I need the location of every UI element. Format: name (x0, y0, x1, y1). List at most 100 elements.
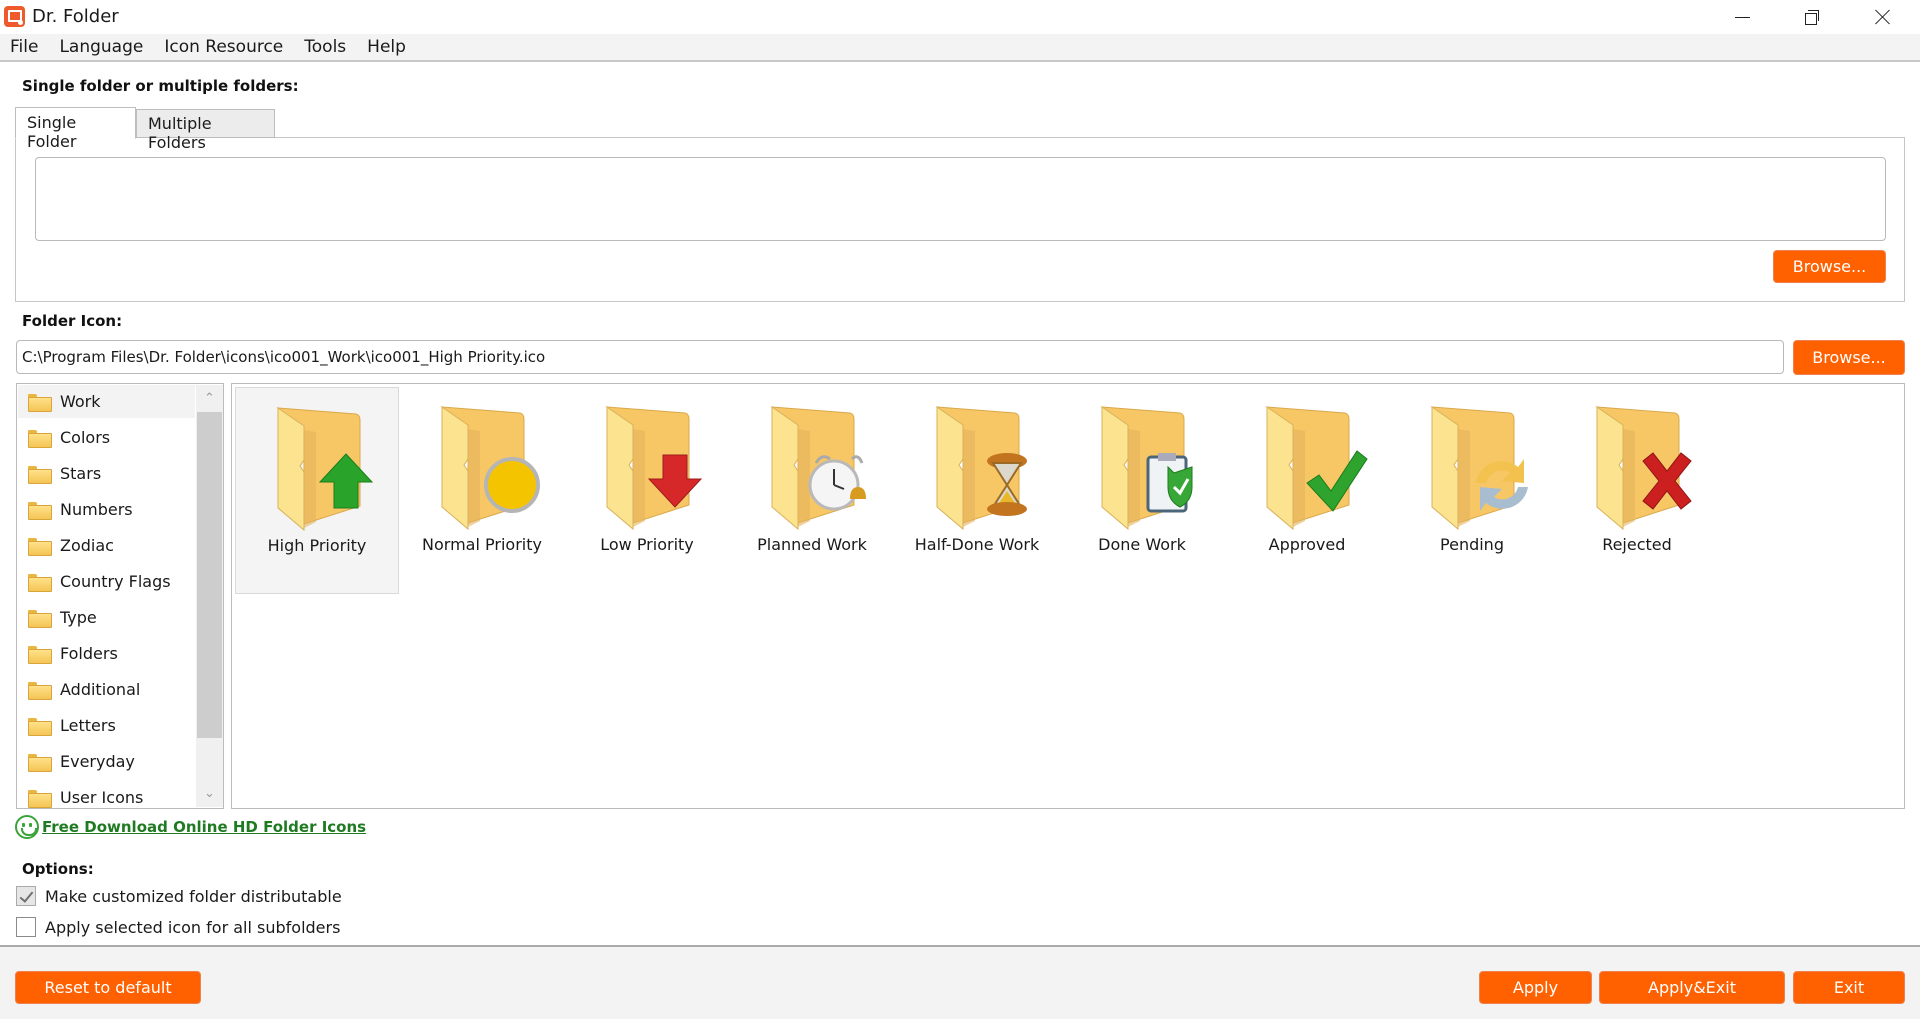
category-item[interactable]: Folders (18, 637, 195, 670)
folder-icon (28, 573, 52, 592)
tab-multiple-folders[interactable]: Multiple Folders (136, 109, 275, 152)
icon-label: Pending (1440, 535, 1504, 554)
close-button[interactable] (1848, 0, 1918, 34)
category-item[interactable]: User Icons (18, 781, 195, 808)
category-item[interactable]: Colors (18, 421, 195, 454)
scroll-down-icon[interactable]: ⌄ (196, 780, 223, 807)
up-arrow-folder-icon (276, 407, 374, 532)
category-label: Stars (60, 464, 102, 483)
tab-single-folder[interactable]: Single Folder (15, 107, 136, 151)
icon-tile[interactable]: Low Priority (565, 387, 729, 594)
down-arrow-folder-icon (605, 406, 703, 531)
category-item[interactable]: Letters (18, 709, 195, 742)
folder-icon-label: Folder Icon: (22, 312, 123, 330)
category-label: Numbers (60, 500, 133, 519)
browse-icon-button[interactable]: Browse... (1793, 340, 1905, 375)
folder-icon (28, 393, 52, 412)
refresh-folder-icon (1430, 406, 1528, 531)
scrollbar-thumb[interactable] (197, 412, 222, 738)
folder-icon (28, 465, 52, 484)
category-label: Zodiac (60, 536, 114, 555)
apply-subfolders-label: Apply selected icon for all subfolders (45, 917, 341, 937)
category-item[interactable]: Work (18, 385, 195, 418)
category-item[interactable]: Additional (18, 673, 195, 706)
icon-label: Low Priority (600, 535, 694, 554)
category-item[interactable]: Type (18, 601, 195, 634)
category-label: Folders (60, 644, 118, 663)
folder-icon (28, 789, 52, 808)
close-icon (1875, 9, 1891, 25)
x-mark-folder-icon (1595, 406, 1692, 531)
title-bar (0, 0, 1920, 34)
app-logo-icon (4, 6, 25, 27)
category-label: Country Flags (60, 572, 171, 591)
folder-icon (28, 717, 52, 736)
icon-label: Half-Done Work (914, 535, 1040, 554)
category-item[interactable]: Numbers (18, 493, 195, 526)
minimize-icon (1734, 16, 1750, 18)
download-link-text[interactable]: Free Download Online HD Folder Icons (42, 818, 366, 836)
icon-label: Planned Work (757, 535, 867, 554)
icon-label: Done Work (1098, 535, 1186, 554)
menu-language[interactable]: Language (59, 37, 143, 57)
category-label: Colors (60, 428, 111, 447)
category-item[interactable]: Everyday (18, 745, 195, 778)
category-label: Letters (60, 716, 116, 735)
icon-tile[interactable]: Half-Done Work (895, 387, 1059, 594)
category-item[interactable]: Zodiac (18, 529, 195, 562)
option-distributable[interactable]: Make customized folder distributable (16, 886, 342, 906)
folder-icon (28, 429, 52, 448)
folder-icon (28, 537, 52, 556)
icon-tile[interactable]: Planned Work (730, 387, 894, 594)
browse-folder-button[interactable]: Browse... (1773, 250, 1886, 283)
icon-label: Rejected (1602, 535, 1672, 554)
apply-and-exit-button[interactable]: Apply&Exit (1599, 971, 1785, 1004)
restore-icon (1805, 10, 1819, 25)
menu-icon-resource[interactable]: Icon Resource (164, 37, 283, 57)
icon-path-input[interactable] (16, 340, 1784, 374)
category-label: Everyday (60, 752, 135, 771)
icon-tile[interactable]: Done Work (1060, 387, 1224, 594)
window-title: Dr. Folder (32, 6, 119, 27)
minimize-button[interactable] (1707, 0, 1777, 34)
reset-to-default-button[interactable]: Reset to default (15, 971, 201, 1004)
icon-grid: High Priority Normal Priority Low Priori… (231, 383, 1905, 809)
icon-tile[interactable]: High Priority (235, 387, 399, 594)
category-scrollbar[interactable]: ⌃ ⌄ (196, 385, 223, 807)
clipboard-shield-folder-icon (1100, 406, 1193, 531)
icon-label: Approved (1268, 535, 1346, 554)
apply-subfolders-checkbox[interactable] (16, 917, 36, 937)
distributable-checkbox[interactable] (16, 886, 36, 906)
folders-section-label: Single folder or multiple folders: (22, 77, 299, 95)
hourglass-folder-icon (935, 406, 1027, 531)
category-label: User Icons (60, 788, 144, 807)
icon-tile[interactable]: Normal Priority (400, 387, 564, 594)
icon-tile[interactable]: Pending (1390, 387, 1554, 594)
folder-path-input[interactable] (35, 157, 1886, 241)
icon-tile[interactable]: Approved (1225, 387, 1389, 594)
menu-file[interactable]: File (10, 37, 38, 57)
checkmark-folder-icon (1265, 406, 1368, 531)
restore-button[interactable] (1777, 0, 1847, 34)
apply-button[interactable]: Apply (1479, 971, 1592, 1004)
menu-tools[interactable]: Tools (304, 37, 346, 57)
category-list: Work Colors Stars Numbers Zodiac Country Flag… (16, 383, 224, 809)
exit-button[interactable]: Exit (1793, 971, 1905, 1004)
distributable-label: Make customized folder distributable (45, 886, 342, 906)
options-label: Options: (22, 860, 94, 878)
alarm-clock-folder-icon (770, 406, 866, 531)
menu-help[interactable]: Help (367, 37, 406, 57)
folder-icon (28, 681, 52, 700)
category-label: Additional (60, 680, 141, 699)
icon-tile[interactable]: Rejected (1555, 387, 1719, 594)
circle-folder-icon (440, 406, 540, 531)
option-apply-subfolders[interactable]: Apply selected icon for all subfolders (16, 917, 340, 937)
smiley-icon (15, 815, 39, 839)
category-item[interactable]: Country Flags (18, 565, 195, 598)
download-icons-link[interactable]: Free Download Online HD Folder Icons (15, 815, 366, 839)
menu-bar: File Language Icon Resource Tools Help (0, 34, 1920, 62)
folder-icon (28, 645, 52, 664)
scroll-up-icon[interactable]: ⌃ (196, 385, 223, 412)
icon-label: Normal Priority (422, 535, 542, 554)
category-item[interactable]: Stars (18, 457, 195, 490)
